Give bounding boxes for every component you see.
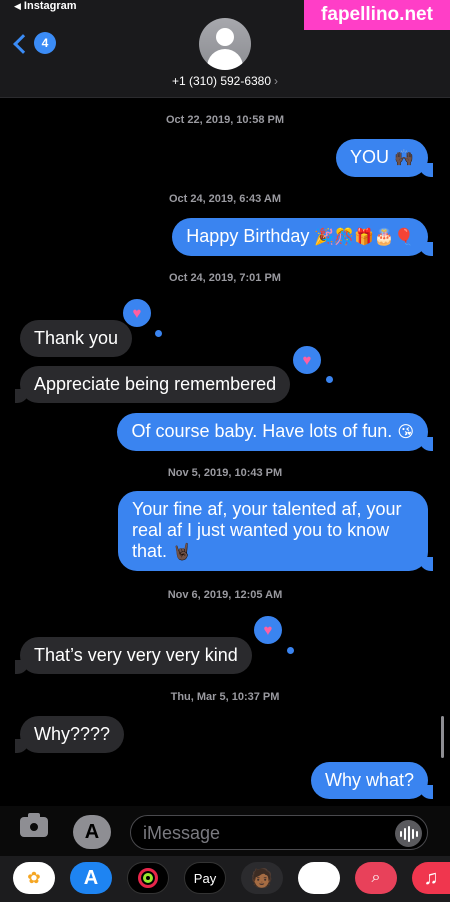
back-button[interactable]: 4 (13, 32, 56, 54)
message-text: Appreciate being remembered (34, 374, 277, 394)
message-text: That’s very very very kind (34, 645, 238, 665)
received-message[interactable]: Thank you (20, 320, 133, 357)
memoji-stickers-button[interactable]: 😜 (298, 862, 340, 894)
message-text: Of course baby. Have lots of fun. (131, 421, 393, 441)
heart-icon: ♥ (302, 351, 312, 369)
heart-tapback[interactable]: ♥ (251, 613, 285, 647)
timestamp: Oct 22, 2019, 10:58 PM (165, 114, 284, 126)
back-triangle-icon: ◀ (14, 0, 21, 11)
received-message[interactable]: That’s very very very kind (15, 637, 252, 674)
message-emoji: 🎉🎊🎁🎂🎈 (314, 229, 414, 246)
message-text: YOU (350, 147, 390, 167)
message-text-line: real af I just wanted you to know (132, 520, 390, 540)
message-field[interactable] (130, 815, 428, 850)
scroll-indicator[interactable] (441, 716, 444, 758)
contact-number: +1 (310) 592-6380 (171, 74, 272, 88)
timestamp: Nov 5, 2019, 10:43 PM (167, 467, 283, 479)
music-note-icon: ♫ (423, 866, 439, 889)
store-app-button[interactable]: A (70, 862, 112, 894)
app-store-button[interactable]: A (73, 815, 111, 849)
memoji-app-button[interactable]: 🧑🏾 (241, 862, 283, 894)
memoji-stickers-icon: 😜 (309, 867, 329, 888)
fitness-app-button[interactable] (127, 862, 169, 894)
message-text-line: that. (132, 541, 168, 561)
tapback-tail (326, 376, 333, 383)
image-search-button[interactable]: ⌕ (355, 862, 397, 894)
sent-message[interactable]: Of course baby. Have lots of fun. 😘 (117, 413, 433, 451)
timestamp: Thu, Mar 5, 10:37 PM (170, 691, 280, 703)
message-text: Thank you (34, 328, 119, 348)
app-store-icon: A (84, 820, 100, 843)
chevron-left-icon (13, 33, 33, 54)
tapback-tail (287, 647, 294, 654)
search-globe-icon: ⌕ (371, 869, 381, 886)
contact-avatar[interactable] (199, 18, 251, 70)
apple-pay-label: Pay (193, 870, 217, 886)
camera-button[interactable] (18, 811, 50, 843)
heart-icon: ♥ (132, 304, 142, 322)
camera-icon (20, 813, 48, 837)
photos-icon: ✿ (27, 870, 41, 887)
person-icon (216, 28, 234, 46)
back-app-label: Instagram (23, 0, 77, 12)
message-emoji: 🤘🏿 (172, 544, 192, 561)
sent-message[interactable]: Your fine af, your talented af, your rea… (118, 491, 433, 571)
watermark: fapellino.net (304, 0, 450, 30)
message-emoji: 🙌🏿 (394, 150, 414, 167)
sent-message[interactable]: YOU 🙌🏿 (336, 139, 433, 177)
message-text-line: Your fine af, your talented af, your (132, 499, 402, 519)
message-emoji: 😘 (397, 424, 414, 441)
contact-name[interactable]: +1 (310) 592-6380 › (0, 74, 450, 88)
waveform-icon (399, 830, 402, 837)
message-text: Why???? (34, 724, 111, 744)
waveform-icon (411, 828, 414, 839)
message-text: Happy Birthday (186, 226, 310, 246)
waveform-icon (407, 825, 410, 842)
heart-icon: ♥ (263, 621, 273, 639)
back-to-app-link[interactable]: ◀ Instagram (14, 0, 77, 12)
timestamp: Nov 6, 2019, 12:05 AM (167, 589, 283, 601)
sent-message[interactable]: Why what? (310, 762, 434, 799)
photos-app-button[interactable]: ✿ (13, 862, 55, 894)
heart-tapback[interactable]: ♥ (290, 343, 324, 377)
timestamp: Oct 24, 2019, 7:01 PM (169, 272, 281, 284)
chevron-right-icon: › (274, 74, 279, 88)
app-store-icon: A (83, 866, 99, 889)
waveform-icon (403, 827, 406, 840)
music-app-button[interactable]: ♫ (412, 862, 450, 894)
timestamp: Oct 24, 2019, 6:43 AM (168, 193, 282, 205)
message-text: Why what? (324, 770, 414, 790)
sent-message[interactable]: Happy Birthday 🎉🎊🎁🎂🎈 (172, 218, 433, 256)
memoji-icon: 🧑🏾 (250, 867, 274, 888)
tapback-tail (155, 330, 162, 337)
received-message[interactable]: Why???? (14, 716, 125, 753)
unread-count-badge: 4 (34, 32, 56, 54)
waveform-icon (415, 830, 418, 837)
imessage-input[interactable] (143, 822, 383, 844)
person-icon-body (207, 49, 243, 70)
audio-message-button[interactable] (395, 820, 422, 847)
apple-pay-button[interactable]: Pay (184, 862, 226, 894)
activity-rings-icon (138, 868, 158, 888)
received-message[interactable]: Appreciate being remembered (14, 366, 291, 403)
